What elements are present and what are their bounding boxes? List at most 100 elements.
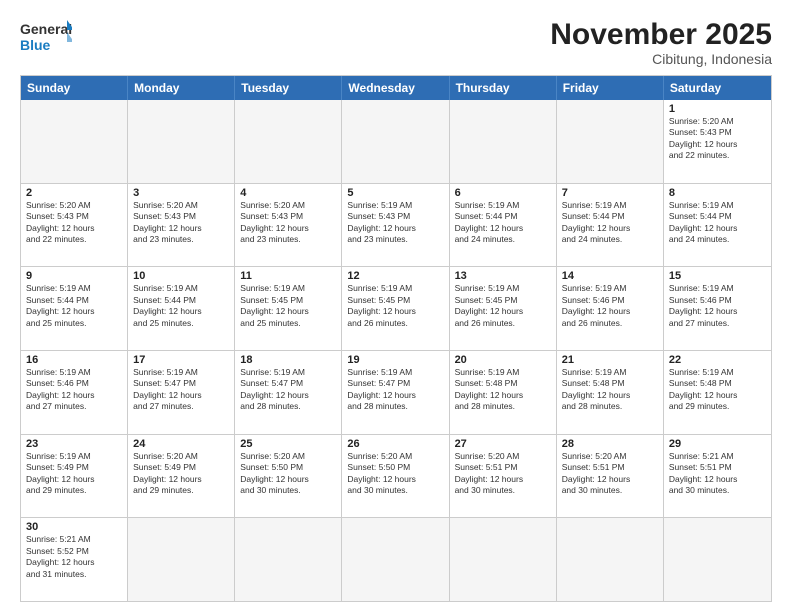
day-info: Sunrise: 5:19 AM Sunset: 5:46 PM Dayligh… — [562, 283, 658, 329]
calendar-cell — [342, 518, 449, 601]
calendar-cell: 9Sunrise: 5:19 AM Sunset: 5:44 PM Daylig… — [21, 267, 128, 350]
day-info: Sunrise: 5:21 AM Sunset: 5:51 PM Dayligh… — [669, 451, 766, 497]
calendar-cell: 20Sunrise: 5:19 AM Sunset: 5:48 PM Dayli… — [450, 351, 557, 434]
calendar-cell: 10Sunrise: 5:19 AM Sunset: 5:44 PM Dayli… — [128, 267, 235, 350]
day-number: 6 — [455, 187, 551, 199]
day-info: Sunrise: 5:19 AM Sunset: 5:44 PM Dayligh… — [455, 200, 551, 246]
day-number: 20 — [455, 354, 551, 366]
day-info: Sunrise: 5:19 AM Sunset: 5:44 PM Dayligh… — [562, 200, 658, 246]
day-info: Sunrise: 5:19 AM Sunset: 5:44 PM Dayligh… — [669, 200, 766, 246]
day-number: 8 — [669, 187, 766, 199]
day-info: Sunrise: 5:20 AM Sunset: 5:50 PM Dayligh… — [347, 451, 443, 497]
day-info: Sunrise: 5:20 AM Sunset: 5:50 PM Dayligh… — [240, 451, 336, 497]
calendar-week-6: 30Sunrise: 5:21 AM Sunset: 5:52 PM Dayli… — [21, 518, 771, 601]
header-day-thursday: Thursday — [450, 76, 557, 100]
page-header: General Blue November 2025 Cibitung, Ind… — [20, 18, 772, 67]
day-number: 22 — [669, 354, 766, 366]
calendar-cell — [128, 518, 235, 601]
day-number: 21 — [562, 354, 658, 366]
calendar-cell — [557, 100, 664, 183]
day-number: 10 — [133, 270, 229, 282]
calendar-cell: 21Sunrise: 5:19 AM Sunset: 5:48 PM Dayli… — [557, 351, 664, 434]
day-info: Sunrise: 5:20 AM Sunset: 5:43 PM Dayligh… — [240, 200, 336, 246]
day-number: 27 — [455, 438, 551, 450]
subtitle: Cibitung, Indonesia — [550, 51, 772, 67]
day-number: 14 — [562, 270, 658, 282]
calendar-cell — [664, 518, 771, 601]
day-number: 3 — [133, 187, 229, 199]
day-number: 26 — [347, 438, 443, 450]
calendar-cell: 1Sunrise: 5:20 AM Sunset: 5:43 PM Daylig… — [664, 100, 771, 183]
calendar-week-2: 2 Sunrise: 5:20 AM Sunset: 5:43 PM Daylig… — [21, 184, 771, 268]
calendar-cell: 18Sunrise: 5:19 AM Sunset: 5:47 PM Dayli… — [235, 351, 342, 434]
header-day-wednesday: Wednesday — [342, 76, 449, 100]
day-number: 12 — [347, 270, 443, 282]
day-number: 9 — [26, 270, 122, 282]
header-day-tuesday: Tuesday — [235, 76, 342, 100]
day-number: 17 — [133, 354, 229, 366]
day-info: Sunrise: 5:19 AM Sunset: 5:49 PM Dayligh… — [26, 451, 122, 497]
day-info: Sunrise: 5:19 AM Sunset: 5:44 PM Dayligh… — [26, 283, 122, 329]
header-day-saturday: Saturday — [664, 76, 771, 100]
calendar-cell: 16Sunrise: 5:19 AM Sunset: 5:46 PM Dayli… — [21, 351, 128, 434]
day-number: 7 — [562, 187, 658, 199]
calendar-cell — [128, 100, 235, 183]
calendar-week-4: 16Sunrise: 5:19 AM Sunset: 5:46 PM Dayli… — [21, 351, 771, 435]
calendar-cell: 26Sunrise: 5:20 AM Sunset: 5:50 PM Dayli… — [342, 435, 449, 518]
header-day-sunday: Sunday — [21, 76, 128, 100]
calendar: SundayMondayTuesdayWednesdayThursdayFrid… — [20, 75, 772, 602]
calendar-cell: 11Sunrise: 5:19 AM Sunset: 5:45 PM Dayli… — [235, 267, 342, 350]
calendar-cell: 29Sunrise: 5:21 AM Sunset: 5:51 PM Dayli… — [664, 435, 771, 518]
calendar-cell — [557, 518, 664, 601]
logo-svg: General Blue — [20, 18, 72, 56]
day-info: Sunrise: 5:19 AM Sunset: 5:47 PM Dayligh… — [133, 367, 229, 413]
day-number: 28 — [562, 438, 658, 450]
day-info: Sunrise: 5:19 AM Sunset: 5:46 PM Dayligh… — [669, 283, 766, 329]
day-info: Sunrise: 5:19 AM Sunset: 5:46 PM Dayligh… — [26, 367, 122, 413]
day-number: 2 — [26, 187, 122, 199]
calendar-cell — [235, 100, 342, 183]
day-number: 15 — [669, 270, 766, 282]
calendar-cell: 27Sunrise: 5:20 AM Sunset: 5:51 PM Dayli… — [450, 435, 557, 518]
calendar-cell: 8Sunrise: 5:19 AM Sunset: 5:44 PM Daylig… — [664, 184, 771, 267]
calendar-cell: 6Sunrise: 5:19 AM Sunset: 5:44 PM Daylig… — [450, 184, 557, 267]
day-info: Sunrise: 5:20 AM Sunset: 5:43 PM Dayligh… — [133, 200, 229, 246]
day-info: Sunrise: 5:19 AM Sunset: 5:47 PM Dayligh… — [347, 367, 443, 413]
day-info: Sunrise: 5:19 AM Sunset: 5:45 PM Dayligh… — [240, 283, 336, 329]
main-title: November 2025 — [550, 18, 772, 51]
day-info: Sunrise: 5:20 AM Sunset: 5:49 PM Dayligh… — [133, 451, 229, 497]
calendar-cell: 12Sunrise: 5:19 AM Sunset: 5:45 PM Dayli… — [342, 267, 449, 350]
calendar-cell: 14Sunrise: 5:19 AM Sunset: 5:46 PM Dayli… — [557, 267, 664, 350]
day-number: 23 — [26, 438, 122, 450]
day-info: Sunrise: 5:19 AM Sunset: 5:47 PM Dayligh… — [240, 367, 336, 413]
day-info: Sunrise: 5:20 AM Sunset: 5:43 PM Dayligh… — [669, 116, 766, 162]
day-info: Sunrise: 5:19 AM Sunset: 5:44 PM Dayligh… — [133, 283, 229, 329]
calendar-cell: 22Sunrise: 5:19 AM Sunset: 5:48 PM Dayli… — [664, 351, 771, 434]
day-number: 19 — [347, 354, 443, 366]
day-info: Sunrise: 5:19 AM Sunset: 5:48 PM Dayligh… — [562, 367, 658, 413]
day-number: 25 — [240, 438, 336, 450]
calendar-cell — [21, 100, 128, 183]
calendar-cell: 23Sunrise: 5:19 AM Sunset: 5:49 PM Dayli… — [21, 435, 128, 518]
calendar-cell: 3Sunrise: 5:20 AM Sunset: 5:43 PM Daylig… — [128, 184, 235, 267]
logo: General Blue — [20, 18, 72, 56]
calendar-cell — [342, 100, 449, 183]
calendar-cell — [450, 518, 557, 601]
calendar-cell: 2Sunrise: 5:20 AM Sunset: 5:43 PM Daylig… — [21, 184, 128, 267]
day-number: 4 — [240, 187, 336, 199]
calendar-cell: 7Sunrise: 5:19 AM Sunset: 5:44 PM Daylig… — [557, 184, 664, 267]
day-number: 11 — [240, 270, 336, 282]
calendar-header: SundayMondayTuesdayWednesdayThursdayFrid… — [21, 76, 771, 100]
day-number: 16 — [26, 354, 122, 366]
svg-text:Blue: Blue — [20, 37, 51, 53]
calendar-cell — [450, 100, 557, 183]
calendar-week-3: 9Sunrise: 5:19 AM Sunset: 5:44 PM Daylig… — [21, 267, 771, 351]
day-info: Sunrise: 5:20 AM Sunset: 5:51 PM Dayligh… — [455, 451, 551, 497]
calendar-cell: 24Sunrise: 5:20 AM Sunset: 5:49 PM Dayli… — [128, 435, 235, 518]
day-number: 24 — [133, 438, 229, 450]
day-number: 5 — [347, 187, 443, 199]
calendar-cell: 4Sunrise: 5:20 AM Sunset: 5:43 PM Daylig… — [235, 184, 342, 267]
calendar-cell: 5Sunrise: 5:19 AM Sunset: 5:43 PM Daylig… — [342, 184, 449, 267]
day-number: 1 — [669, 103, 766, 115]
day-number: 18 — [240, 354, 336, 366]
